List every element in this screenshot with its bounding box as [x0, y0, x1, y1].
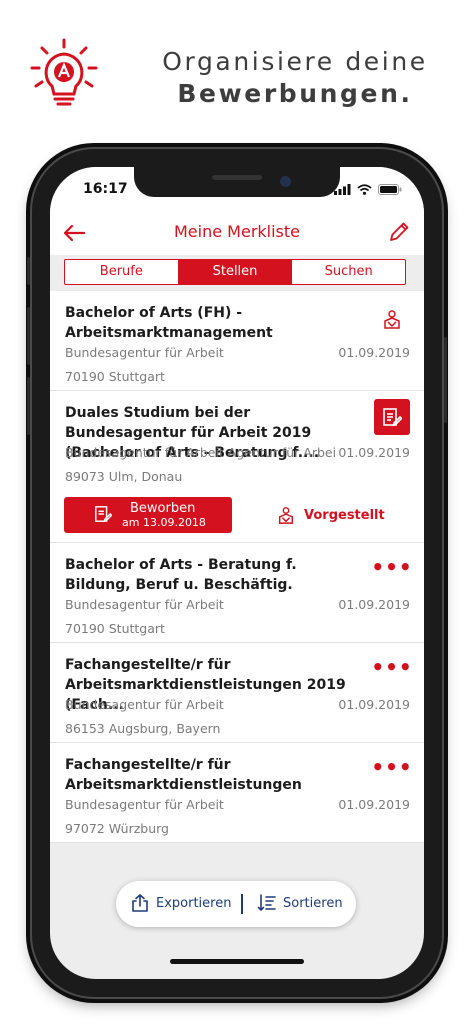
presented-button[interactable]: Vorgestellt [276, 497, 385, 533]
job-date: 01.09.2019 [338, 697, 410, 712]
job-date: 01.09.2019 [338, 597, 410, 612]
phone-frame: 16:17 Meine Merkliste Berufe Stellen Suc… [27, 147, 447, 999]
tab-suchen[interactable]: Suchen [291, 260, 405, 284]
tab-berufe[interactable]: Berufe [65, 260, 178, 284]
job-date: 01.09.2019 [338, 797, 410, 812]
applied-date: am 13.09.2018 [122, 516, 206, 529]
job-list: Bachelor of Arts (FH) - Arbeitsmarktmana… [50, 291, 424, 843]
hero-header: Organisiere deine Bewerbungen. [0, 0, 473, 130]
list-item[interactable]: Fachangestellte/r für Arbeitsmarktdienst… [50, 643, 424, 743]
job-date: 01.09.2019 [338, 345, 410, 360]
sort-label: Sortieren [283, 895, 343, 911]
wifi-icon [357, 183, 372, 195]
export-button[interactable]: Exportieren [130, 893, 231, 913]
company-name: Bundesagentur für Arbeit [65, 797, 224, 812]
tab-stellen[interactable]: Stellen [177, 260, 292, 284]
applied-button[interactable]: Beworben am 13.09.2018 [64, 497, 232, 533]
company-name: Bundesagentur für Arbeit Agentur für Arb… [65, 445, 335, 460]
applied-status-button[interactable] [374, 399, 410, 435]
job-title: Bachelor of Arts (FH) - Arbeitsmarktmana… [65, 305, 273, 341]
applied-label: Beworben [130, 501, 196, 516]
list-item[interactable]: Fachangestellte/r für Arbeitsmarktdienst… [50, 743, 424, 843]
company-name: Bundesagentur für Arbeit [65, 345, 224, 360]
job-title: Bachelor of Arts - Beratung f. Bildung, … [65, 557, 297, 593]
nav-bar: Meine Merkliste [50, 211, 424, 255]
list-item[interactable]: Bachelor of Arts (FH) - Arbeitsmarktmana… [50, 291, 424, 391]
applied-icon [95, 506, 112, 523]
bottom-action-bar: Exportieren Sortieren [116, 881, 356, 927]
job-date: 01.09.2019 [338, 445, 410, 460]
segmented-control: Berufe Stellen Suchen [64, 259, 406, 285]
more-icon: ••• [371, 755, 413, 779]
more-icon: ••• [371, 655, 413, 679]
applied-icon [383, 408, 402, 427]
more-button[interactable]: ••• [371, 549, 413, 585]
mute-switch [27, 257, 30, 285]
job-location: 89073 Ulm, Donau [65, 469, 183, 484]
back-arrow-icon[interactable] [60, 219, 88, 247]
job-location: 70190 Stuttgart [65, 369, 165, 384]
presented-status-button[interactable] [374, 301, 410, 337]
hero-title: Organisiere deine Bewerbungen. [150, 46, 440, 110]
hero-title-line2: Bewerbungen. [177, 79, 413, 108]
pill-divider [241, 894, 243, 914]
more-button[interactable]: ••• [371, 749, 413, 785]
company-name: Bundesagentur für Arbeit [65, 597, 224, 612]
lightbulb-logo-icon [30, 38, 98, 106]
more-button[interactable]: ••• [371, 649, 413, 685]
job-location: 97072 Würzburg [65, 821, 169, 836]
pencil-icon[interactable] [386, 219, 412, 245]
status-icons [334, 182, 402, 196]
status-time: 16:17 [83, 181, 128, 197]
sort-button[interactable]: Sortieren [257, 893, 343, 913]
job-title: Fachangestellte/r für Arbeitsmarktdienst… [65, 757, 302, 793]
company-name: Bundesagentur für Arbeit [65, 697, 224, 712]
export-icon [132, 894, 148, 912]
front-camera [280, 176, 291, 187]
volume-down-button [27, 377, 30, 435]
job-location: 70190 Stuttgart [65, 621, 165, 636]
app-screen: 16:17 Meine Merkliste Berufe Stellen Suc… [50, 167, 424, 979]
battery-icon [378, 183, 402, 195]
presented-icon [384, 310, 400, 329]
presented-icon [278, 507, 294, 524]
page-title: Meine Merkliste [174, 222, 300, 241]
notch [134, 167, 340, 197]
volume-up-button [27, 307, 30, 365]
presented-label: Vorgestellt [304, 507, 385, 523]
more-icon: ••• [371, 555, 413, 579]
list-item[interactable]: Duales Studium bei der Bundesagentur für… [50, 391, 424, 543]
job-location: 86153 Augsburg, Bayern [65, 721, 221, 736]
power-button [444, 337, 447, 423]
list-item[interactable]: Bachelor of Arts - Beratung f. Bildung, … [50, 543, 424, 643]
home-indicator [170, 959, 304, 964]
sort-icon [257, 894, 276, 912]
speaker [212, 175, 262, 180]
export-label: Exportieren [156, 895, 232, 911]
hero-title-line1: Organisiere deine [162, 47, 428, 76]
